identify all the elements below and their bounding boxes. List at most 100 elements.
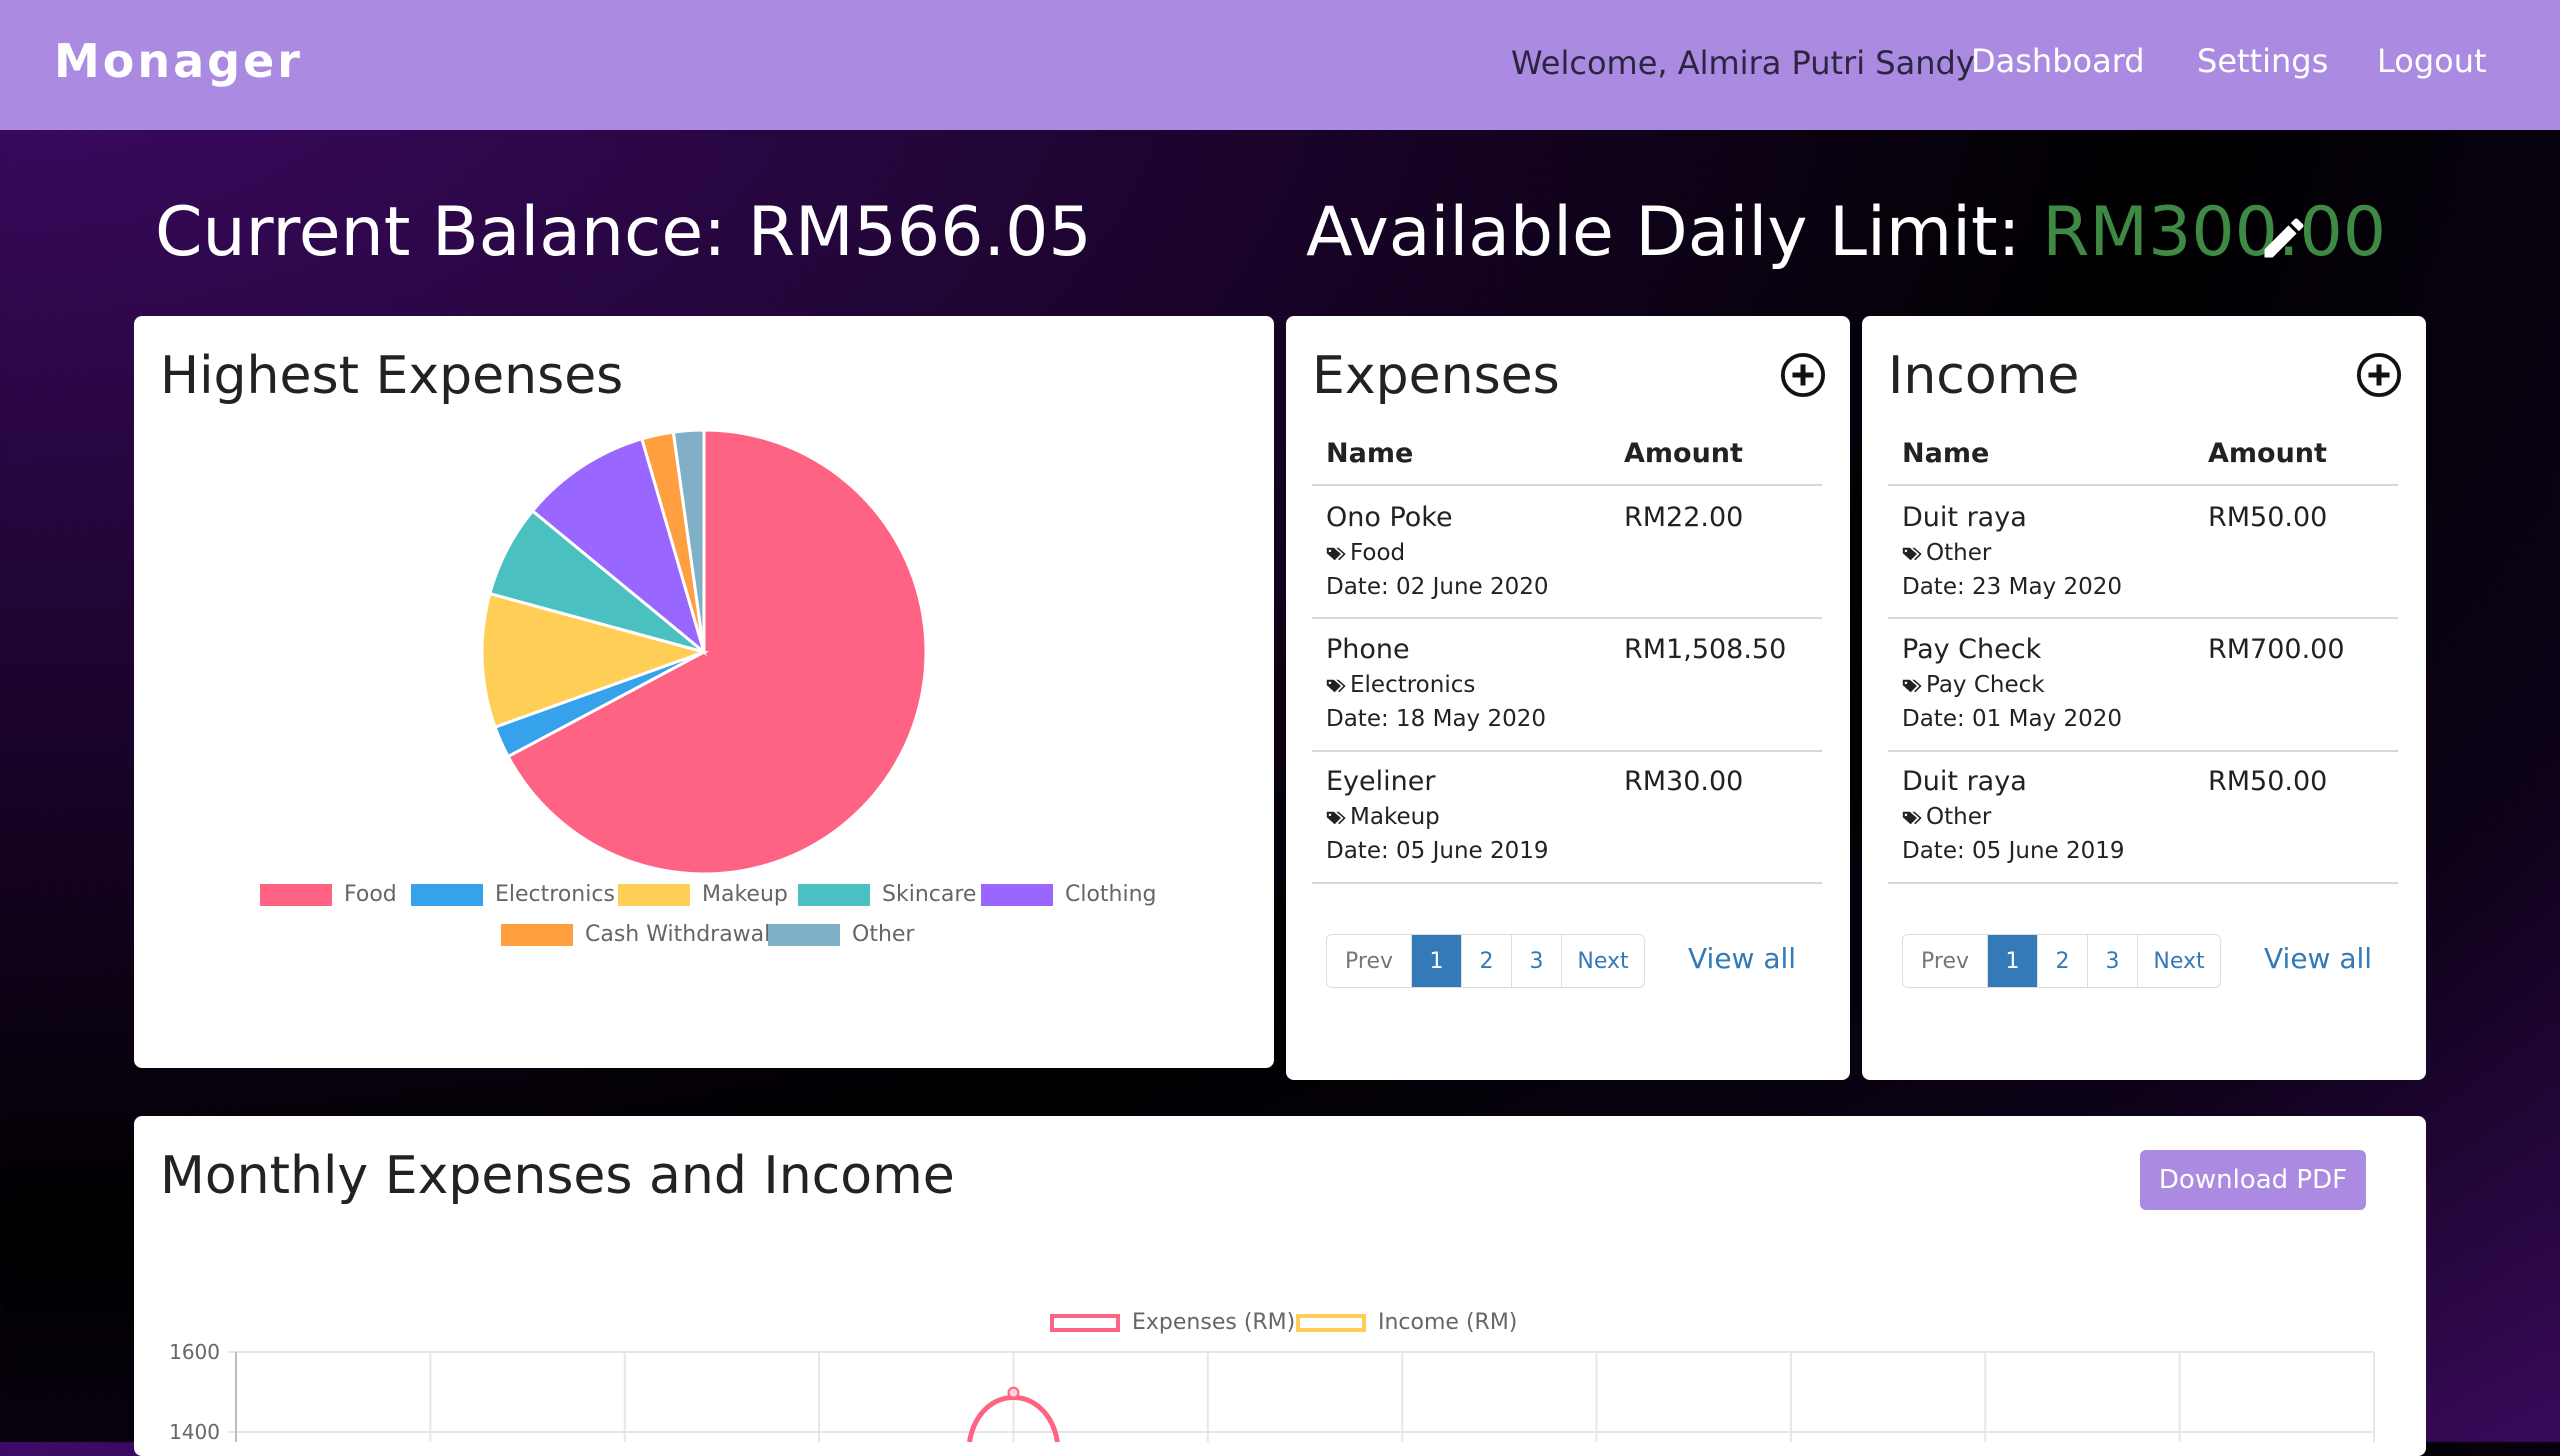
income-name: Duit raya — [1902, 502, 2027, 533]
divider — [1312, 617, 1822, 619]
income-title: Income — [1888, 346, 2080, 406]
legend-label: Makeup — [702, 882, 788, 907]
tags-icon — [1902, 547, 1922, 560]
expense-date: Date: 05 June 2019 — [1326, 838, 1549, 864]
income-category: Other — [1902, 540, 1991, 566]
y-tick-label: 1400 — [169, 1420, 220, 1442]
expense-date: Date: 18 May 2020 — [1326, 706, 1547, 732]
prev-page-button[interactable]: Prev — [1327, 935, 1412, 987]
legend-cash-withdrawal: Cash Withdrawal — [501, 922, 770, 947]
monthly-title: Monthly Expenses and Income — [160, 1146, 955, 1206]
legend-electronics: Electronics — [411, 882, 615, 907]
prev-page-button[interactable]: Prev — [1903, 935, 1988, 987]
legend-other: Other — [768, 922, 914, 947]
income-category-label: Other — [1926, 804, 1992, 830]
page-3-button[interactable]: 3 — [2088, 935, 2138, 987]
income-col-amount: Amount — [2208, 438, 2327, 469]
expense-category-label: Electronics — [1350, 672, 1476, 698]
legend-swatch — [411, 884, 483, 906]
y-tick-label: 1600 — [169, 1340, 220, 1364]
expenses-view-all-link[interactable]: View all — [1688, 942, 1796, 975]
legend-food: Food — [260, 882, 397, 907]
divider — [1888, 750, 2398, 752]
divider — [1312, 882, 1822, 884]
income-date: Date: 05 June 2019 — [1902, 838, 2125, 864]
expenses-pagination: Prev 1 2 3 Next — [1326, 934, 1645, 988]
income-date: Date: 01 May 2020 — [1902, 706, 2123, 732]
next-page-button[interactable]: Next — [1562, 935, 1644, 987]
legend-clothing: Clothing — [981, 882, 1157, 907]
income-amount: RM700.00 — [2208, 634, 2345, 665]
legend-label: Food — [344, 882, 397, 907]
page-1-button[interactable]: 1 — [1988, 935, 2038, 987]
divider — [1312, 750, 1822, 752]
legend-makeup: Makeup — [618, 882, 788, 907]
expense-amount: RM22.00 — [1624, 502, 1744, 533]
expenses-col-amount: Amount — [1624, 438, 1743, 469]
legend-label: Cash Withdrawal — [585, 922, 771, 947]
expenses-point — [1007, 1386, 1020, 1399]
expense-category: Food — [1326, 540, 1405, 566]
income-name: Pay Check — [1902, 634, 2042, 665]
legend-swatch — [768, 924, 840, 946]
legend-label: Clothing — [1065, 882, 1157, 907]
current-balance: Current Balance: RM566.05 — [155, 193, 1092, 272]
next-page-button[interactable]: Next — [2138, 935, 2220, 987]
expense-name: Phone — [1326, 634, 1410, 665]
daily-limit: Available Daily Limit: RM300.00 — [1306, 193, 2386, 272]
expense-category-label: Makeup — [1350, 804, 1440, 830]
legend-swatch — [798, 884, 870, 906]
add-expense-icon[interactable] — [1780, 352, 1826, 398]
expense-name: Ono Poke — [1326, 502, 1453, 533]
income-date: Date: 23 May 2020 — [1902, 574, 2123, 600]
legend-swatch — [618, 884, 690, 906]
expense-name: Eyeliner — [1326, 766, 1436, 797]
divider — [1888, 617, 2398, 619]
expense-category: Electronics — [1326, 672, 1475, 698]
page-3-button[interactable]: 3 — [1512, 935, 1562, 987]
income-col-name: Name — [1902, 438, 1990, 469]
income-pagination: Prev 1 2 3 Next — [1902, 934, 2221, 988]
nav-dashboard[interactable]: Dashboard — [1971, 42, 2145, 80]
legend-label: Electronics — [495, 882, 615, 907]
page-2-button[interactable]: 2 — [2038, 935, 2088, 987]
page-2-button[interactable]: 2 — [1462, 935, 1512, 987]
tags-icon — [1902, 679, 1922, 692]
income-amount: RM50.00 — [2208, 766, 2328, 797]
tags-icon — [1326, 547, 1346, 560]
daily-limit-value: RM300.00 — [2042, 193, 2387, 272]
expenses-title: Expenses — [1312, 346, 1560, 406]
add-income-icon[interactable] — [2356, 352, 2402, 398]
legend-swatch — [981, 884, 1053, 906]
income-amount: RM50.00 — [2208, 502, 2328, 533]
divider — [1312, 484, 1822, 486]
tags-icon — [1326, 811, 1346, 824]
edit-pencil-icon[interactable] — [2258, 212, 2310, 264]
highest-expenses-card: Highest Expenses Food Electronics Makeup… — [134, 316, 1274, 1068]
income-category-label: Pay Check — [1926, 672, 2045, 698]
brand-logo[interactable]: Monager — [54, 34, 303, 88]
legend-label: Other — [852, 922, 915, 947]
page-1-button[interactable]: 1 — [1412, 935, 1462, 987]
expense-category-label: Food — [1350, 540, 1406, 566]
nav-logout[interactable]: Logout — [2377, 42, 2487, 80]
monthly-line-chart: 1600 1400 — [169, 1340, 2375, 1442]
download-pdf-button[interactable]: Download PDF — [2140, 1150, 2366, 1210]
nav-settings[interactable]: Settings — [2197, 42, 2328, 80]
expense-category: Makeup — [1326, 804, 1440, 830]
income-category: Pay Check — [1902, 672, 2045, 698]
income-category: Other — [1902, 804, 1991, 830]
legend-label: Skincare — [882, 882, 977, 907]
highest-expenses-title: Highest Expenses — [160, 346, 624, 406]
income-name: Duit raya — [1902, 766, 2027, 797]
income-view-all-link[interactable]: View all — [2264, 942, 2372, 975]
expenses-pie-chart — [480, 428, 928, 876]
expense-amount: RM30.00 — [1624, 766, 1744, 797]
tags-icon — [1326, 679, 1346, 692]
divider — [1888, 882, 2398, 884]
expenses-col-name: Name — [1326, 438, 1414, 469]
daily-limit-label: Available Daily Limit: — [1306, 193, 2043, 272]
expense-amount: RM1,508.50 — [1624, 634, 1787, 665]
welcome-text: Welcome, Almira Putri Sandy — [1511, 44, 1975, 82]
tags-icon — [1902, 811, 1922, 824]
